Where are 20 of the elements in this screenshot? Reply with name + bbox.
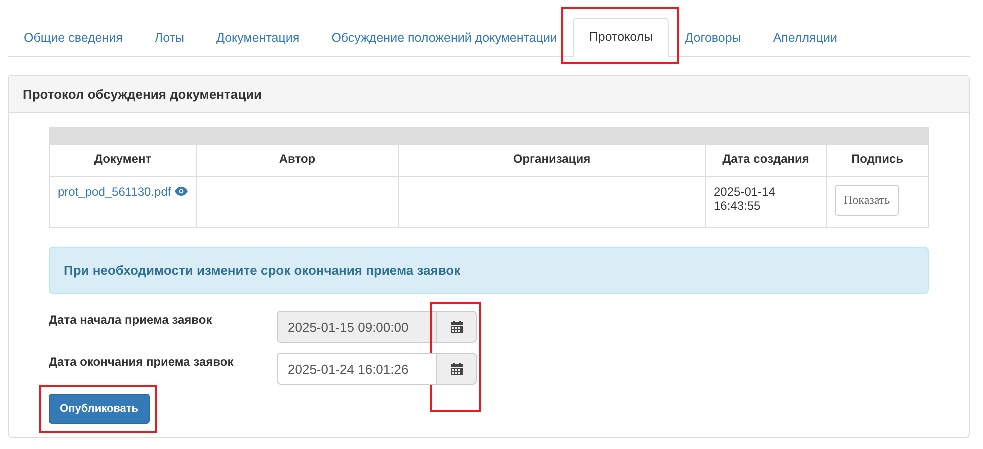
date-field[interactable]: 2025-01-24 16:01:26 [277,353,437,385]
tab[interactable]: Обсуждение положений документации [316,19,574,57]
publish-button[interactable]: Опубликовать [49,394,150,424]
tab[interactable]: Общие сведения [8,19,139,57]
panel-title: Протокол обсуждения документации [9,76,969,113]
tab[interactable]: Протоколы [573,18,670,57]
calendar-button[interactable] [437,353,477,385]
table-cell: 2025-01-14 16:43:55 [706,176,826,228]
calendar-icon [450,321,462,333]
tab[interactable]: Документация [200,19,316,57]
show-button[interactable]: Показать [835,185,900,216]
eye-icon[interactable] [174,187,188,196]
tab[interactable]: Лоты [138,19,200,57]
field-label: Дата окончания приема заявок [49,354,235,369]
info-alert: При необходимости измените срок окончания приема заявок [49,247,929,294]
calendar-icon [450,363,462,375]
field-label: Дата начала приема заявок [49,312,214,327]
tab[interactable]: Апелляции [757,19,854,57]
calendar-button[interactable] [437,311,477,343]
tab[interactable]: Договоры [669,19,758,57]
